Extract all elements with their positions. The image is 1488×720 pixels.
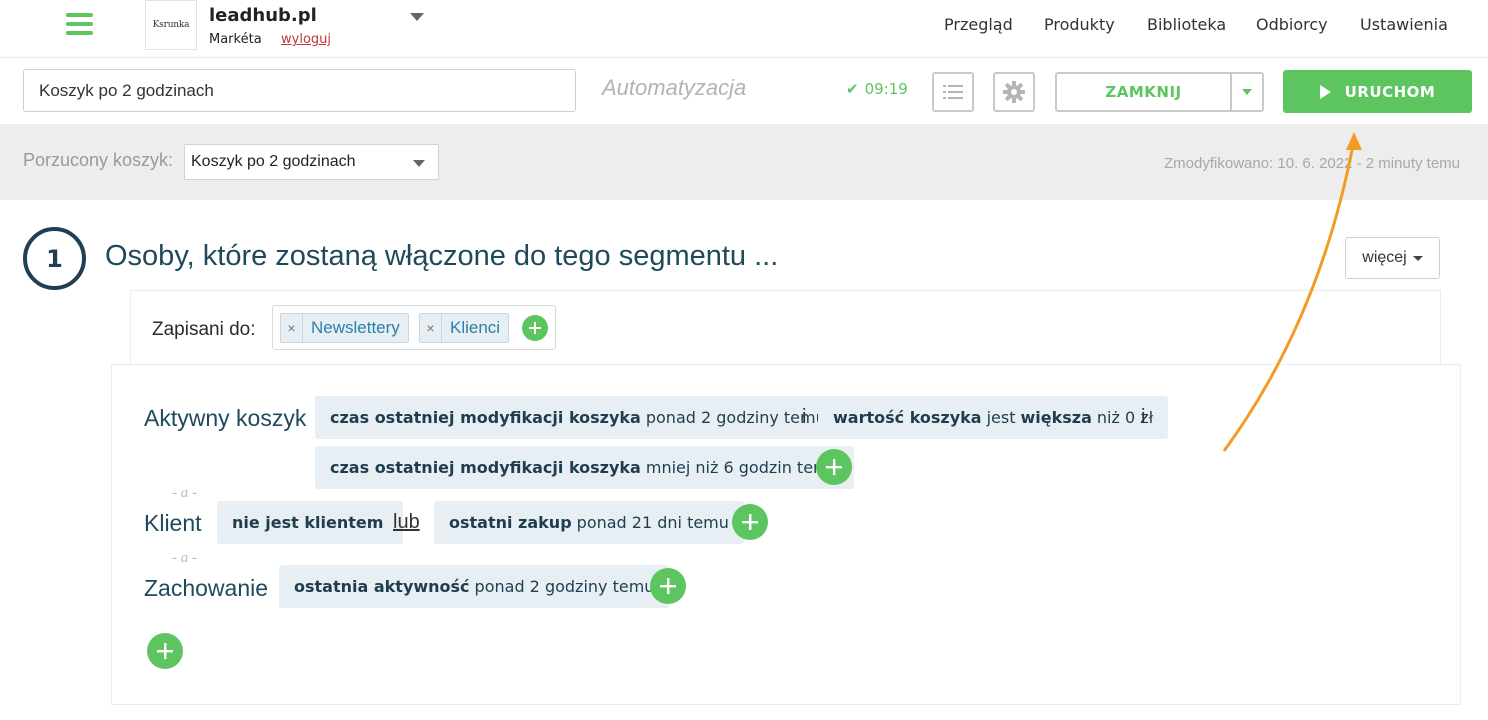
remove-tag-close-icon[interactable]: × <box>420 314 442 342</box>
condition-field: ostatni zakup <box>449 513 572 532</box>
hamburger-menu-icon[interactable] <box>66 13 93 35</box>
conjunction-and: i <box>1141 406 1146 428</box>
nav-settings[interactable]: Ustawienia <box>1360 15 1448 34</box>
condition-field: wartość koszyka <box>833 408 982 427</box>
nav-overview[interactable]: Przegląd <box>944 15 1013 34</box>
chevron-down-icon <box>1412 255 1423 261</box>
condition-chip[interactable]: czas ostatniej modyfikacji koszyka ponad … <box>315 396 841 439</box>
conjunction-and: i <box>802 406 807 428</box>
condition-operator-bold: większa <box>1020 408 1092 427</box>
conditions-panel: Aktywny koszyk czas ostatniej modyfikacj… <box>111 364 1461 705</box>
condition-field: nie jest klientem <box>232 513 384 532</box>
play-icon <box>1319 84 1331 99</box>
saved-status: ✔ 09:19 <box>846 80 912 98</box>
abandoned-cart-selected: Koszyk po 2 godzinach <box>191 153 356 170</box>
list-icon <box>943 85 963 99</box>
condition-field: czas ostatniej modyfikacji koszyka <box>330 458 641 477</box>
trigger-label: Porzucony koszyk: <box>23 150 174 170</box>
saved-time: 09:19 <box>864 80 908 98</box>
account-logo: Ksrunka <box>145 0 197 50</box>
condition-chip[interactable]: nie jest klientem <box>217 501 404 544</box>
condition-chip[interactable]: czas ostatniej modyfikacji koszyka mniej … <box>315 446 854 489</box>
conjunction-or-toggle[interactable]: lub <box>393 511 420 534</box>
settings-button[interactable] <box>993 72 1035 112</box>
add-list-plus-icon[interactable] <box>522 315 548 341</box>
more-button[interactable]: więcej <box>1345 237 1440 279</box>
automation-toolbar: Automatyzacja ✔ 09:19 ZAMKNIJ <box>0 58 1488 124</box>
tag-label: Klienci <box>450 318 501 337</box>
condition-value: ponad 21 dni temu <box>576 513 729 532</box>
condition-operator: jest <box>986 408 1016 427</box>
account-name: leadhub.pl <box>209 5 317 26</box>
nav-library[interactable]: Biblioteka <box>1147 15 1226 34</box>
and-separator: - a - <box>172 550 197 566</box>
tag-label: Newslettery <box>311 318 400 337</box>
condition-field: ostatnia aktywność <box>294 577 470 596</box>
user-name: Markéta <box>209 32 262 47</box>
automation-name-input[interactable] <box>23 69 576 112</box>
logo-text: Ksrunka <box>152 20 190 30</box>
tag-newsletters: × Newslettery <box>280 313 409 343</box>
condition-value: mniej niż 6 godzin temu <box>645 458 839 477</box>
row-label-client: Klient <box>144 510 202 536</box>
condition-chip[interactable]: ostatni zakup ponad 21 dni temu <box>434 501 744 544</box>
condition-chip[interactable]: ostatnia aktywność ponad 2 godziny temu <box>279 565 670 608</box>
modified-info: Zmodyfikowano: 10. 6. 2022 - 2 minuty te… <box>1164 155 1460 172</box>
account-switch-chevron-icon[interactable] <box>410 13 424 21</box>
list-view-button[interactable] <box>932 72 974 112</box>
and-separator: - a - <box>172 485 197 501</box>
tag-clients: × Klienci <box>419 313 510 343</box>
add-condition-plus-icon[interactable] <box>650 568 686 604</box>
top-navbar: Ksrunka leadhub.pl Markéta wyloguj Przeg… <box>0 0 1488 58</box>
list-tags-input[interactable]: × Newslettery × Klienci <box>272 305 556 350</box>
row-label-behavior: Zachowanie <box>144 575 269 601</box>
check-icon: ✔ <box>846 80 859 98</box>
close-button[interactable]: ZAMKNIJ <box>1057 74 1232 110</box>
close-split-button: ZAMKNIJ <box>1055 72 1264 112</box>
more-button-label: więcej <box>1362 249 1407 266</box>
add-condition-plus-icon[interactable] <box>732 504 768 540</box>
close-options-chevron-down-icon[interactable] <box>1232 74 1262 110</box>
subscribed-section: Zapisani do: × Newslettery × Klienci <box>130 290 1441 364</box>
logout-link[interactable]: wyloguj <box>281 32 331 47</box>
remove-tag-close-icon[interactable]: × <box>281 314 303 342</box>
step-number: 1 <box>23 227 86 290</box>
nav-recipients[interactable]: Odbiorcy <box>1256 15 1328 34</box>
chevron-down-icon <box>413 160 425 167</box>
condition-value: ponad 2 godziny temu <box>474 577 655 596</box>
automation-type-label: Automatyzacja <box>602 75 747 100</box>
row-label-active-cart: Aktywny koszyk <box>144 405 307 431</box>
nav-products[interactable]: Produkty <box>1044 15 1115 34</box>
gear-icon <box>1003 81 1025 103</box>
abandoned-cart-select[interactable]: Koszyk po 2 godzinach <box>184 144 439 180</box>
run-button[interactable]: URUCHOM <box>1283 70 1472 113</box>
run-button-label: URUCHOM <box>1344 82 1436 101</box>
condition-field: czas ostatniej modyfikacji koszyka <box>330 408 641 427</box>
condition-value: ponad 2 godziny temu <box>645 408 826 427</box>
subscribed-label: Zapisani do: <box>152 319 256 340</box>
segment-title: Osoby, które zostaną włączone do tego se… <box>105 240 779 272</box>
add-condition-plus-icon[interactable] <box>816 449 852 485</box>
trigger-band: Porzucony koszyk: Koszyk po 2 godzinach … <box>0 124 1488 200</box>
condition-chip[interactable]: wartość koszyka jest większa niż 0 zł <box>818 396 1169 439</box>
add-condition-group-plus-icon[interactable] <box>147 633 183 669</box>
